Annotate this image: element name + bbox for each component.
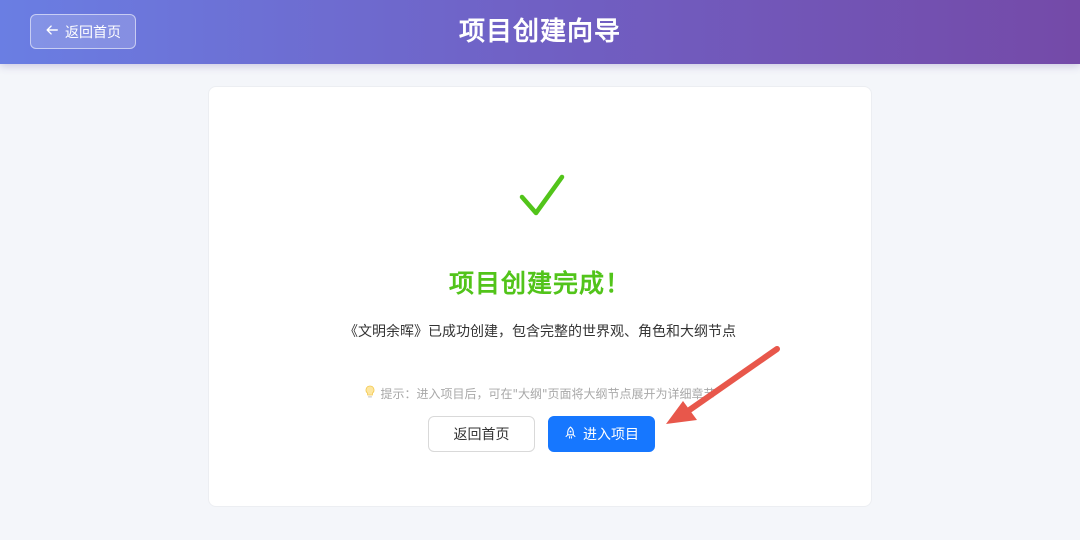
enter-project-button[interactable]: 进入项目 — [548, 416, 655, 452]
rocket-icon — [564, 426, 577, 443]
success-title: 项目创建完成！ — [448, 269, 631, 298]
page-title: 项目创建向导 — [458, 17, 621, 47]
tip-label: 提示：进入项目后，可在"大纲"页面将大纲节点展开为详细章节 — [380, 387, 716, 401]
top-header: 返回首页 项目创建向导 — [0, 0, 1080, 64]
return-home-label: 返回首页 — [453, 427, 510, 443]
tip-text: 提示：进入项目后，可在"大纲"页面将大纲节点展开为详细章节 — [209, 385, 871, 402]
success-description: 《文明余晖》已成功创建，包含完整的世界观、角色和大纲节点 — [344, 324, 736, 340]
return-home-button[interactable]: 返回首页 — [428, 416, 535, 452]
enter-project-label: 进入项目 — [583, 427, 639, 443]
check-icon — [519, 173, 565, 219]
lightbulb-icon — [364, 385, 376, 402]
result-card: 项目创建完成！ 《文明余晖》已成功创建，包含完整的世界观、角色和大纲节点 提示：… — [208, 86, 872, 507]
